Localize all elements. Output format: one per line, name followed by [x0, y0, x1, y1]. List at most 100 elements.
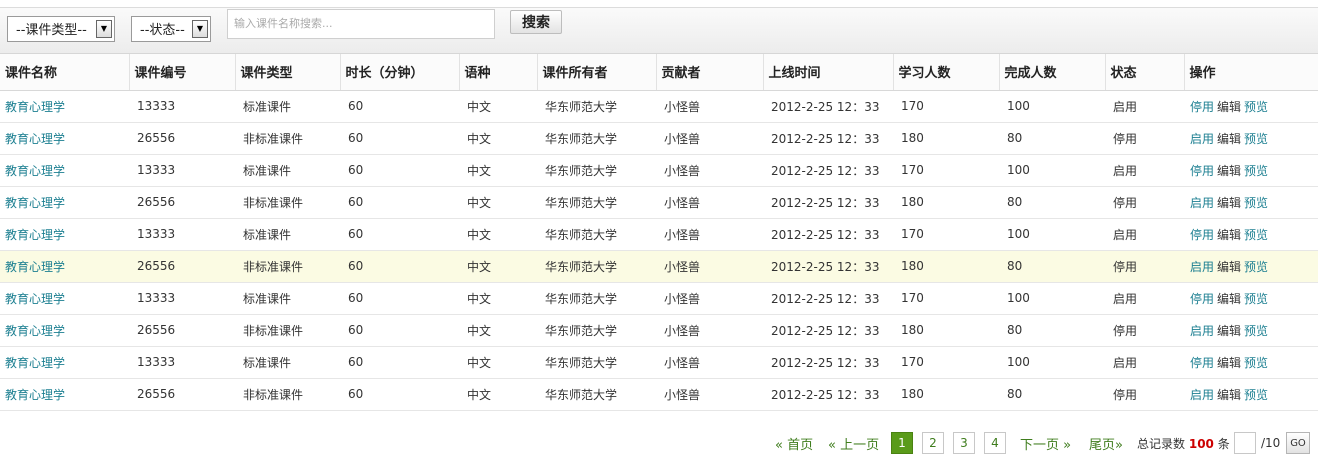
last-page-link[interactable]: 尾页» — [1089, 434, 1123, 453]
course-name-link[interactable]: 教育心理学 — [0, 250, 129, 283]
edit-link[interactable]: 编辑 — [1217, 388, 1241, 402]
cell-contributor: 小怪兽 — [656, 378, 763, 411]
course-name-link[interactable]: 教育心理学 — [0, 122, 129, 155]
toggle-status-link[interactable]: 停用 — [1190, 100, 1214, 114]
cell-type: 标准课件 — [235, 154, 340, 187]
edit-link[interactable]: 编辑 — [1217, 260, 1241, 274]
page-1-button[interactable]: 1 — [891, 432, 913, 454]
first-page-link[interactable]: « 首页 — [775, 434, 813, 453]
cell-online: 2012-2-25 12：33 — [763, 154, 893, 187]
cell-status: 启用 — [1105, 154, 1184, 187]
cell-online: 2012-2-25 12：33 — [763, 90, 893, 123]
cell-code: 13333 — [129, 90, 235, 123]
edit-link[interactable]: 编辑 — [1217, 196, 1241, 210]
toggle-status-link[interactable]: 停用 — [1190, 292, 1214, 306]
edit-link[interactable]: 编辑 — [1217, 356, 1241, 370]
edit-link[interactable]: 编辑 — [1217, 292, 1241, 306]
edit-link[interactable]: 编辑 — [1217, 324, 1241, 338]
total-records: 总记录数 100 条 — [1137, 435, 1230, 452]
search-button[interactable]: 搜索 — [510, 9, 562, 34]
cell-completed: 80 — [999, 250, 1105, 283]
toggle-status-link[interactable]: 启用 — [1190, 388, 1214, 402]
preview-link[interactable]: 预览 — [1244, 132, 1268, 146]
cell-duration: 60 — [340, 154, 459, 187]
cell-code: 13333 — [129, 154, 235, 187]
prev-page-link[interactable]: « 上一页 — [828, 434, 879, 453]
cell-lang: 中文 — [459, 122, 537, 155]
courseware-table: 课件名称 课件编号 课件类型 时长（分钟） 语种 课件所有者 贡献者 上线时间 学习人数 完成人数… — [0, 54, 1318, 411]
preview-link[interactable]: 预览 — [1244, 388, 1268, 402]
total-count: 100 — [1188, 436, 1214, 451]
cell-online: 2012-2-25 12：33 — [763, 186, 893, 219]
page-2-button[interactable]: 2 — [922, 432, 944, 454]
course-type-select[interactable]: --课件类型-- ▼ — [7, 15, 115, 42]
course-name-link[interactable]: 教育心理学 — [0, 90, 129, 123]
cell-completed: 80 — [999, 314, 1105, 347]
cell-online: 2012-2-25 12：33 — [763, 314, 893, 347]
cell-code: 26556 — [129, 314, 235, 347]
column-header: 语种 — [459, 54, 538, 91]
page-count: /10 — [1261, 436, 1281, 450]
page-4-button[interactable]: 4 — [984, 432, 1006, 454]
cell-lang: 中文 — [459, 346, 537, 379]
row-actions: 停用 编辑 预览 — [1184, 218, 1318, 251]
course-name-link[interactable]: 教育心理学 — [0, 378, 129, 411]
cell-online: 2012-2-25 12：33 — [763, 282, 893, 315]
cell-owner: 华东师范大学 — [537, 186, 656, 219]
cell-status: 启用 — [1105, 90, 1184, 123]
go-button[interactable]: GO — [1286, 432, 1310, 454]
cell-online: 2012-2-25 12：33 — [763, 250, 893, 283]
cell-duration: 60 — [340, 282, 459, 315]
chevron-down-icon[interactable]: ▼ — [192, 19, 208, 38]
edit-link[interactable]: 编辑 — [1217, 228, 1241, 242]
course-name-link[interactable]: 教育心理学 — [0, 154, 129, 187]
total-label: 总记录数 — [1137, 436, 1186, 451]
toggle-status-link[interactable]: 启用 — [1190, 132, 1214, 146]
preview-link[interactable]: 预览 — [1244, 196, 1268, 210]
toggle-status-link[interactable]: 启用 — [1190, 260, 1214, 274]
cell-owner: 华东师范大学 — [537, 282, 656, 315]
edit-link[interactable]: 编辑 — [1217, 100, 1241, 114]
column-header: 操作 — [1184, 54, 1318, 91]
page-jump-input[interactable] — [1234, 432, 1256, 454]
status-select[interactable]: --状态-- ▼ — [131, 15, 211, 42]
cell-code: 13333 — [129, 282, 235, 315]
cell-code: 26556 — [129, 122, 235, 155]
toggle-status-link[interactable]: 启用 — [1190, 324, 1214, 338]
cell-lang: 中文 — [459, 378, 537, 411]
row-actions: 启用 编辑 预览 — [1184, 186, 1318, 219]
course-name-link[interactable]: 教育心理学 — [0, 186, 129, 219]
page-3-button[interactable]: 3 — [953, 432, 975, 454]
row-actions: 停用 编辑 预览 — [1184, 346, 1318, 379]
cell-completed: 100 — [999, 282, 1105, 315]
next-page-link[interactable]: 下一页 » — [1020, 434, 1071, 453]
column-header: 时长（分钟） — [340, 54, 460, 91]
course-name-link[interactable]: 教育心理学 — [0, 314, 129, 347]
cell-code: 13333 — [129, 346, 235, 379]
search-input[interactable] — [227, 8, 495, 39]
preview-link[interactable]: 预览 — [1244, 164, 1268, 178]
course-name-link[interactable]: 教育心理学 — [0, 282, 129, 315]
course-name-link[interactable]: 教育心理学 — [0, 218, 129, 251]
preview-link[interactable]: 预览 — [1244, 292, 1268, 306]
toggle-status-link[interactable]: 停用 — [1190, 164, 1214, 178]
cell-lang: 中文 — [459, 282, 537, 315]
preview-link[interactable]: 预览 — [1244, 260, 1268, 274]
cell-status: 停用 — [1105, 186, 1184, 219]
course-name-link[interactable]: 教育心理学 — [0, 346, 129, 379]
toggle-status-link[interactable]: 停用 — [1190, 356, 1214, 370]
preview-link[interactable]: 预览 — [1244, 324, 1268, 338]
preview-link[interactable]: 预览 — [1244, 356, 1268, 370]
preview-link[interactable]: 预览 — [1244, 100, 1268, 114]
top-border — [0, 0, 1318, 8]
cell-owner: 华东师范大学 — [537, 122, 656, 155]
edit-link[interactable]: 编辑 — [1217, 132, 1241, 146]
cell-duration: 60 — [340, 250, 459, 283]
toggle-status-link[interactable]: 停用 — [1190, 228, 1214, 242]
edit-link[interactable]: 编辑 — [1217, 164, 1241, 178]
cell-completed: 100 — [999, 154, 1105, 187]
toggle-status-link[interactable]: 启用 — [1190, 196, 1214, 210]
chevron-down-icon[interactable]: ▼ — [96, 19, 112, 38]
preview-link[interactable]: 预览 — [1244, 228, 1268, 242]
cell-learners: 170 — [893, 154, 999, 187]
